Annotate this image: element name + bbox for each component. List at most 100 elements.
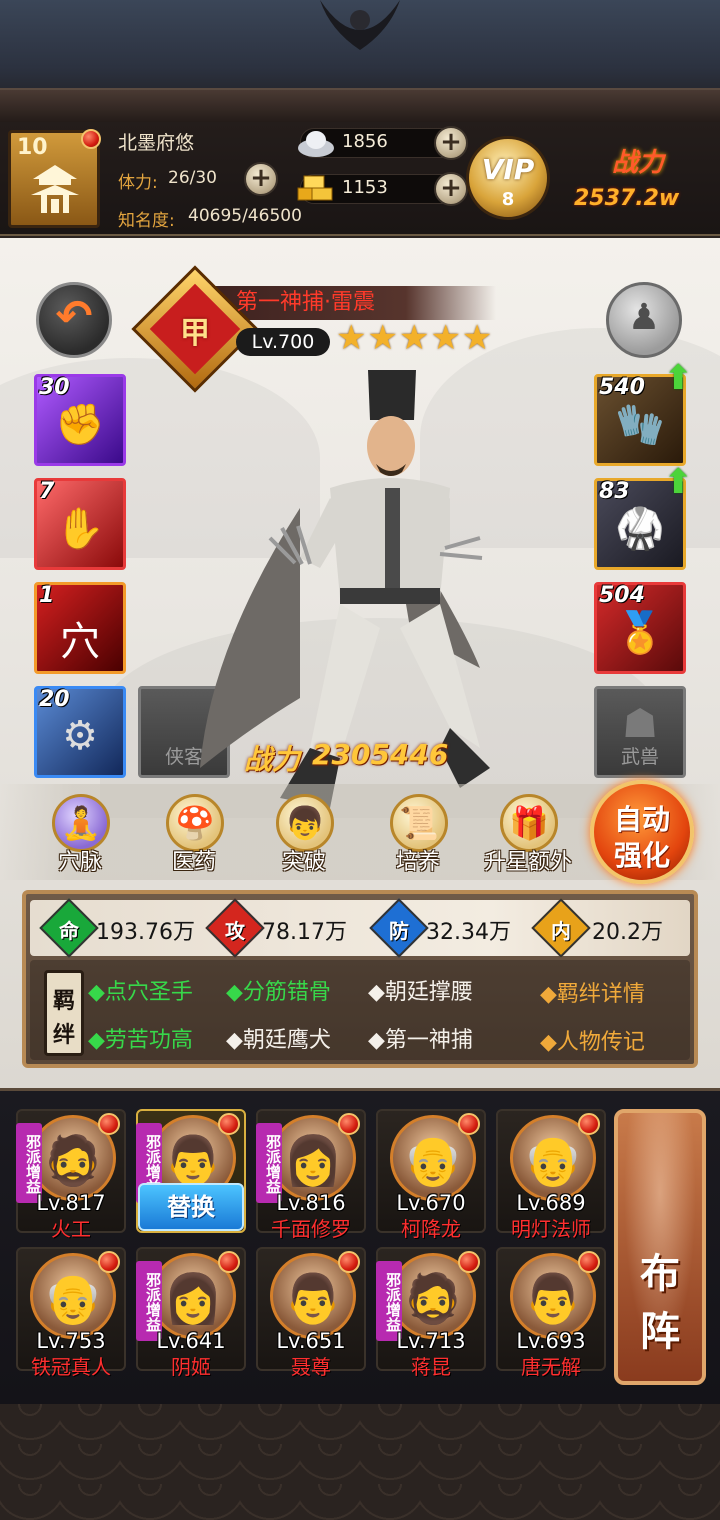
- armor-icon: 🥋: [615, 506, 665, 552]
- add-silver-button[interactable]: +: [434, 126, 468, 160]
- hero-avatar-icon: 👨: [163, 1133, 223, 1189]
- hero-card-name: 唐无解: [521, 1355, 581, 1379]
- hero-card-level: Lv.753: [36, 1329, 106, 1353]
- team-roster: 🧔 邪派增益 Lv.817 火工 👨 邪派增益 替换 👩 邪派增益 Lv.816…: [0, 1088, 720, 1404]
- fist-icon: ✊: [55, 402, 105, 448]
- vip-level: 8: [501, 189, 515, 210]
- medicine-button[interactable]: 🍄 医药: [146, 794, 242, 878]
- hero-card[interactable]: 👴 Lv.753 铁冠真人: [16, 1247, 126, 1379]
- hero-card[interactable]: 👨 Lv.693 唐无解: [496, 1247, 606, 1379]
- skill-slot-1[interactable]: 30 ✊: [34, 374, 126, 466]
- cultivate-button[interactable]: 📜 培养: [370, 794, 466, 878]
- hero-detail-panel: ↶ ♟ 甲 第一神捕·雷震 Lv.700 ★★★★★ 30 ✊ 7 ✋ 1 穴 …: [0, 238, 720, 1088]
- bond-tag-line1: 羁: [52, 989, 75, 1014]
- upgrade-arrow-icon: ⬆: [664, 358, 693, 398]
- biography-link[interactable]: ◆人物传记: [540, 1024, 645, 1056]
- breakthrough-label: 突破: [281, 850, 326, 875]
- swap-button[interactable]: 替换: [138, 1183, 244, 1231]
- vip-label: VIP: [481, 153, 535, 186]
- auto-strengthen-line1: 自动: [613, 803, 670, 836]
- equipment-slot-3[interactable]: 504 🏅: [594, 582, 686, 674]
- notification-dot: [98, 1251, 120, 1273]
- bond-item: ◆朝廷撑腰: [368, 980, 473, 1005]
- hero-level: Lv.700: [236, 328, 330, 356]
- hero-power-label: 战力: [244, 743, 301, 776]
- hero-card-name: 明灯法师: [511, 1217, 591, 1241]
- hero-card[interactable]: 👴 Lv.670 柯降龙: [376, 1109, 486, 1241]
- notification-dot: [578, 1113, 600, 1135]
- hero-grade: 甲: [180, 316, 210, 351]
- add-gold-button[interactable]: +: [434, 172, 468, 206]
- defense-attr-value: 32.34万: [426, 920, 511, 945]
- defense-attr-label: 防: [389, 919, 409, 943]
- star-up-extra-button[interactable]: 🎁 升星额外: [480, 794, 576, 878]
- player-name: 北墨府悠: [118, 132, 195, 154]
- hero-card[interactable]: 👩 邪派增益 Lv.641 阴姬: [136, 1247, 246, 1379]
- token-icon: ⚙: [62, 713, 98, 759]
- skill-slot-2[interactable]: 7 ✋: [34, 478, 126, 570]
- player-level: 10: [17, 135, 48, 160]
- hero-card[interactable]: 👴 Lv.689 明灯法师: [496, 1109, 606, 1241]
- gauntlet-icon: 🧤: [615, 402, 665, 448]
- fame-label: 知名度:: [118, 211, 175, 231]
- total-power-value: 2537.2w: [574, 186, 680, 211]
- back-button[interactable]: ↶: [36, 282, 112, 358]
- equipment-level: 83: [599, 479, 630, 504]
- skill-slot-3[interactable]: 1 穴: [34, 582, 126, 674]
- upgrade-arrow-icon: ⬆: [664, 462, 693, 502]
- attack-attr-value: 78.17万: [262, 920, 347, 945]
- hero-avatar-icon: 👴: [523, 1133, 583, 1189]
- hero-card-level: Lv.641: [156, 1329, 226, 1353]
- formation-button[interactable]: 布 阵: [614, 1109, 706, 1385]
- auto-strengthen-line2: 强化: [613, 839, 670, 872]
- roof-ornament-icon: [320, 0, 400, 50]
- hero-stats-button[interactable]: ♟: [606, 282, 682, 358]
- equipment-level: 540: [599, 375, 645, 400]
- attack-attr-label: 攻: [225, 919, 245, 943]
- hero-name: 第一神捕·雷震: [236, 290, 375, 315]
- total-power-label: 战力: [612, 148, 665, 178]
- bond-detail-link[interactable]: ◆羁绊详情: [540, 976, 645, 1008]
- bottom-roof-tiles: [0, 1404, 720, 1520]
- vip-badge[interactable]: VIP 8: [466, 136, 550, 220]
- hero-card[interactable]: 👨 Lv.651 聂尊: [256, 1247, 366, 1379]
- hero-card[interactable]: 👩 邪派增益 Lv.816 千面修罗: [256, 1109, 366, 1241]
- hero-card[interactable]: 🧔 邪派增益 Lv.817 火工: [16, 1109, 126, 1241]
- attributes-panel: 命 193.76万 攻 78.17万 防 32.34万 内 20.2万 羁 绊 …: [22, 890, 698, 1068]
- player-level-avatar[interactable]: 10: [8, 129, 101, 228]
- notification-dot: [338, 1113, 360, 1135]
- add-stamina-button[interactable]: +: [244, 162, 278, 196]
- hero-card-level: Lv.689: [516, 1191, 586, 1215]
- meridian-button[interactable]: 🧘 穴脉: [32, 794, 128, 878]
- bond-item: ◆劳苦功高: [88, 1028, 193, 1053]
- gold-bars-icon: [297, 175, 333, 201]
- beast-slot[interactable]: ☗ 武兽: [594, 686, 686, 778]
- hero-card-selected[interactable]: 👨 邪派增益 替换: [136, 1109, 246, 1233]
- skill-level: 30: [39, 375, 70, 400]
- hero-power-value: 2305446: [312, 738, 449, 771]
- hero-card-name: 蒋昆: [411, 1355, 451, 1379]
- top-roof: [0, 0, 720, 122]
- life-attr-label: 命: [59, 919, 79, 943]
- roof-beam: [0, 88, 720, 122]
- hero-card-name: 柯降龙: [401, 1217, 461, 1241]
- bond-tag: 羁 绊: [44, 970, 84, 1056]
- hero-card-level: Lv.693: [516, 1329, 586, 1353]
- auto-strengthen-button[interactable]: 自动 强化: [590, 780, 694, 884]
- palm-icon: ✋: [55, 506, 105, 552]
- hero-avatar-icon: 👴: [403, 1133, 463, 1189]
- notification-dot: [458, 1113, 480, 1135]
- hero-card[interactable]: 🧔 邪派增益 Lv.713 蒋昆: [376, 1247, 486, 1379]
- hero-card-level: Lv.713: [396, 1329, 466, 1353]
- inner-attr-value: 20.2万: [592, 920, 663, 945]
- breakthrough-button[interactable]: 👦 突破: [256, 794, 352, 878]
- hero-card-name: 铁冠真人: [31, 1355, 111, 1379]
- hero-card-name: 千面修罗: [271, 1217, 351, 1241]
- hero-card-name: 阴姬: [171, 1355, 211, 1379]
- fame-value: 40695/46500: [188, 206, 302, 226]
- silver-ingot-icon: [298, 131, 334, 157]
- bond-item: ◆分筋错骨: [226, 980, 331, 1005]
- star-up-extra-label: 升星额外: [483, 850, 572, 875]
- skill-slot-4[interactable]: 20 ⚙: [34, 686, 126, 778]
- skill-level: 7: [39, 479, 55, 504]
